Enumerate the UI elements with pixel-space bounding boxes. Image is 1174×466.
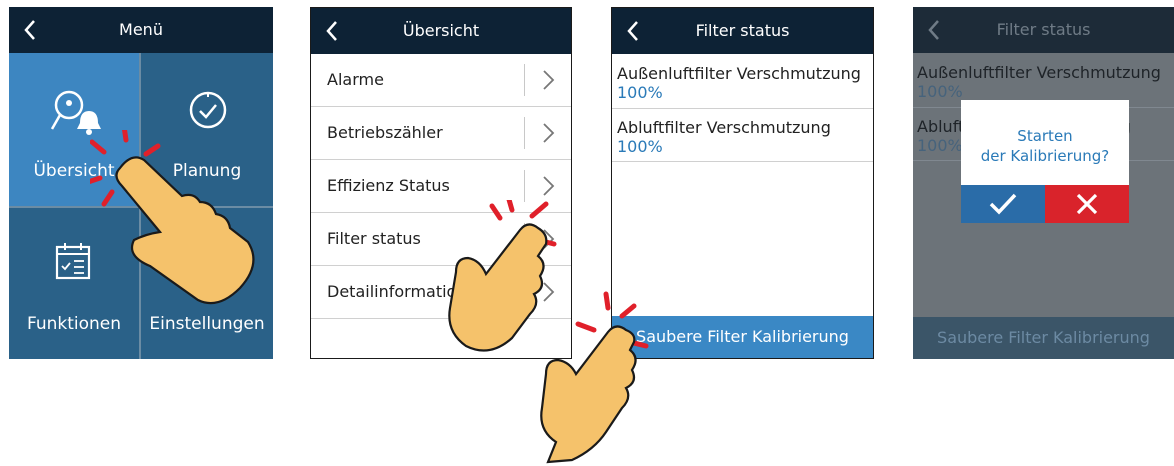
page-title: Filter status — [996, 20, 1091, 39]
overview-header: Übersicht — [311, 8, 571, 54]
chevron-right-icon — [543, 123, 555, 143]
menu-item-betriebszaehler[interactable]: Betriebszähler — [311, 107, 571, 160]
dialog-prompt: Starten der Kalibrierung? — [961, 126, 1129, 166]
filter-value: 100% — [617, 137, 663, 156]
divider — [524, 64, 525, 96]
page-title: Menü — [119, 20, 163, 39]
menu-item-label: Betriebszähler — [327, 123, 443, 142]
menu-item-label: Filter status — [327, 229, 421, 248]
filter-row: Abluftfilter Verschmutzung 100% — [612, 109, 873, 162]
tile-label: Einstellungen — [149, 314, 265, 334]
tap-hand-icon — [540, 291, 649, 464]
confirm-button[interactable] — [961, 185, 1045, 223]
dialog-prompt-line: der Kalibrierung? — [980, 147, 1110, 165]
filter-value: 100% — [917, 82, 963, 101]
filter-name: Außenluftfilter Verschmutzung — [617, 64, 861, 83]
filter-row: Außenluftfilter Verschmutzung 100% — [612, 54, 873, 109]
filter-value: 100% — [617, 83, 663, 102]
page-title: Filter status — [695, 21, 790, 40]
chevron-right-icon — [543, 70, 555, 90]
filter-name: Abluftfilter Verschmutzung — [617, 118, 831, 137]
filter-value: 100% — [917, 136, 963, 155]
calibrate-filter-button: Saubere Filter Kalibrierung — [913, 317, 1174, 359]
filter-name: Außenluftfilter Verschmutzung — [917, 63, 1161, 82]
calibration-dialog-screen: Filter status Außenluftfilter Verschmutz… — [913, 7, 1174, 359]
menu-item-alarme[interactable]: Alarme — [311, 54, 571, 107]
divider — [524, 117, 525, 149]
confirm-dialog: Starten der Kalibrierung? — [961, 100, 1129, 223]
dialog-prompt-line: Starten — [1017, 127, 1073, 145]
chevron-right-icon — [543, 176, 555, 196]
clock-check-icon — [189, 91, 227, 129]
check-icon — [989, 193, 1017, 215]
menu-item-label: Alarme — [327, 70, 384, 89]
dialog-header: Filter status — [913, 7, 1174, 53]
tile-label: Funktionen — [26, 314, 122, 334]
calendar-list-icon — [55, 243, 91, 280]
divider — [524, 170, 525, 202]
tap-hand-icon — [90, 130, 255, 305]
close-icon — [1076, 193, 1098, 215]
page-title: Übersicht — [402, 21, 480, 40]
menu-header: Menü — [9, 7, 273, 53]
filter-header: Filter status — [612, 8, 873, 54]
cancel-button[interactable] — [1045, 185, 1129, 223]
